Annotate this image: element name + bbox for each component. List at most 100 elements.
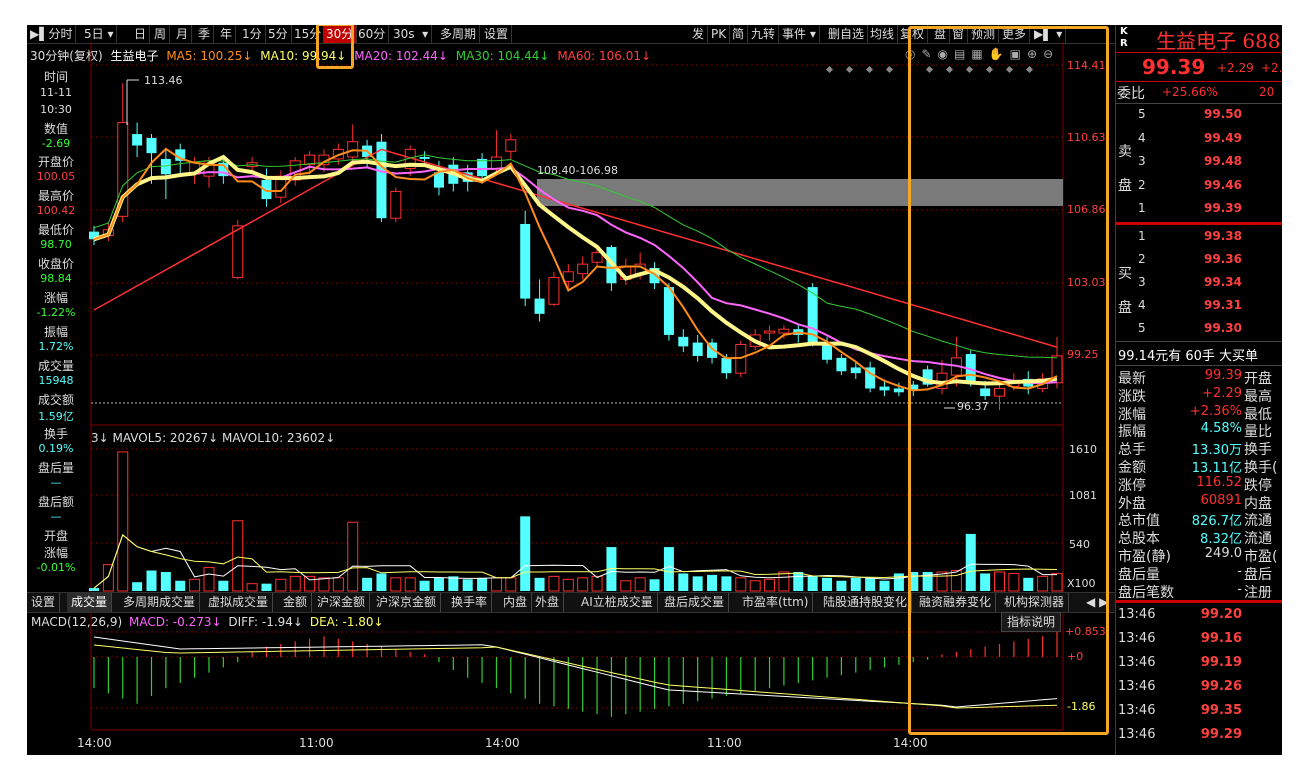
x-label-5: 14:00 <box>893 736 928 750</box>
last-price: 99.39 <box>1142 55 1206 79</box>
tick-price: 99.16 <box>1200 631 1242 646</box>
buy-level-row[interactable]: 4 99.31 <box>1116 298 1282 316</box>
volume-bar <box>793 571 804 591</box>
tick-row: 13:46 99.26 <box>1116 679 1282 697</box>
stat-row: 涨幅 +2.36% 最低 <box>1116 403 1282 423</box>
buy-level-row[interactable]: 2 99.36 <box>1116 252 1282 270</box>
stat-value: 249.0 <box>1204 546 1242 561</box>
indicator-tab-10[interactable]: AI立桩成交量 <box>577 593 658 612</box>
volume-header: 3↓ MAVOL5: 20267↓ MAVOL10: 23602↓ <box>91 431 336 445</box>
volume-bar <box>376 573 387 591</box>
volume-bar <box>275 578 287 592</box>
volume-bar <box>433 577 444 591</box>
volume-bar <box>218 580 229 591</box>
sell-level-row[interactable]: 2 99.46 <box>1116 178 1282 196</box>
stat-value: +2.29 <box>1202 385 1242 401</box>
stat-value: 60891 <box>1200 492 1242 508</box>
volume-bar <box>778 571 790 592</box>
volume-bar <box>634 577 646 592</box>
volume-bar <box>620 580 632 592</box>
candle-body <box>146 137 157 154</box>
volume-bar <box>692 576 703 591</box>
volume-bar <box>175 580 186 591</box>
sell-level-row[interactable]: 1 99.39 <box>1116 201 1282 219</box>
volume-bar <box>836 580 847 591</box>
candle-body <box>534 298 545 314</box>
indicator-tab-4[interactable]: 金额 <box>279 593 313 612</box>
macd-title: MACD(12,26,9) <box>31 615 123 629</box>
quote-panel: K R 生益电子 688 99.39 +2.29 +2. 委比 +25.66% … <box>1115 25 1282 755</box>
volume-bar <box>332 577 344 592</box>
buy-level-row[interactable]: 1 99.38 <box>1116 229 1282 247</box>
highlight-30min <box>316 25 354 69</box>
sell-level-price: 99.49 <box>1204 130 1242 145</box>
sell-level-num: 1 <box>1138 201 1146 215</box>
tick-price: 99.29 <box>1200 727 1242 742</box>
indicator-tab-12[interactable]: 市盈率(ttm) <box>738 593 814 612</box>
volume-bar <box>462 579 473 591</box>
x-label-2: 11:00 <box>299 736 334 750</box>
volume-bar <box>203 567 215 592</box>
indicator-tab-8[interactable]: 内盘 <box>499 593 533 612</box>
tick-row: 13:46 99.20 <box>1116 607 1282 625</box>
big-order: 99.14元有 60手 大买单 <box>1118 349 1259 364</box>
candle-body <box>591 252 603 263</box>
indicator-tab-1[interactable]: 成交量 <box>67 593 113 612</box>
sell-level-row[interactable]: 4 99.49 <box>1116 131 1282 149</box>
volume-bar <box>548 575 560 592</box>
sell-level-price: 99.39 <box>1204 201 1242 215</box>
stat-value: 13.11亿 <box>1191 461 1242 476</box>
volume-bar <box>89 588 99 591</box>
candle-body <box>132 134 143 146</box>
tick-row: 13:46 99.29 <box>1116 727 1282 745</box>
macd-value: MACD: -0.273↓ <box>128 615 222 629</box>
stat-row: 涨停 116.52 跌停 <box>1116 475 1282 494</box>
buy-level-price: 99.30 <box>1204 321 1242 335</box>
sell-level-row[interactable]: 5 99.50 <box>1116 107 1282 125</box>
candle-body <box>390 190 402 219</box>
tick-time: 13:46 <box>1118 607 1156 622</box>
indicator-tab-5[interactable]: 沪深金额 <box>313 593 371 612</box>
stat-row: 盘后笔数 - 注册 <box>1116 582 1282 601</box>
indicator-tab-2[interactable]: 多周期成交量 <box>119 593 201 612</box>
tick-price: 99.26 <box>1200 679 1242 694</box>
candle-body <box>520 223 531 299</box>
candle-body <box>232 225 244 279</box>
stat-value: 826.7亿 <box>1191 514 1242 530</box>
tick-price: 99.20 <box>1200 607 1242 622</box>
candle-body <box>836 357 847 372</box>
stat-value: 13.30万 <box>1191 443 1242 459</box>
indicator-tab-6[interactable]: 沪深京金额 <box>372 593 442 612</box>
indicator-tab-11[interactable]: 盘后成交量 <box>660 593 730 612</box>
indicator-tab-13[interactable]: 陆股通持股变化 <box>819 593 913 612</box>
volume-bar <box>749 580 761 592</box>
volume-bar <box>117 451 129 592</box>
buy-level-num: 4 <box>1138 298 1146 312</box>
buy-level-row[interactable]: 3 99.34 <box>1116 275 1282 293</box>
volume-bar <box>132 582 143 591</box>
buy-level-price: 99.34 <box>1204 275 1242 289</box>
candle-body <box>692 342 703 356</box>
tick-time: 13:46 <box>1118 727 1156 742</box>
candle-body <box>879 386 890 391</box>
volume-bar <box>534 577 545 591</box>
stat-value: 99.39 <box>1204 368 1242 383</box>
indicator-tab-7[interactable]: 换手率 <box>447 593 493 612</box>
sell-level-num: 3 <box>1138 154 1146 168</box>
indicator-tab-3[interactable]: 虚拟成交量 <box>204 593 274 612</box>
sell-level-row[interactable]: 3 99.48 <box>1116 154 1282 172</box>
buy-level-row[interactable]: 5 99.30 <box>1116 321 1282 339</box>
volume-bar <box>160 571 171 591</box>
volume-bar <box>404 577 416 592</box>
indicator-tab-0[interactable]: 设置 <box>27 593 61 612</box>
sell-level-price: 99.50 <box>1204 107 1242 121</box>
volume-bar <box>261 583 272 591</box>
buy-level-price: 99.36 <box>1204 252 1242 266</box>
stat-value: +2.36% <box>1189 403 1242 419</box>
volume-bar <box>678 573 689 591</box>
volume-bar <box>649 579 660 591</box>
stat-row: 最新 99.39 开盘 <box>1116 368 1282 387</box>
indicator-tab-9[interactable]: 外盘 <box>531 593 565 612</box>
tick-price: 99.19 <box>1200 655 1242 670</box>
volume-bar <box>102 564 114 592</box>
